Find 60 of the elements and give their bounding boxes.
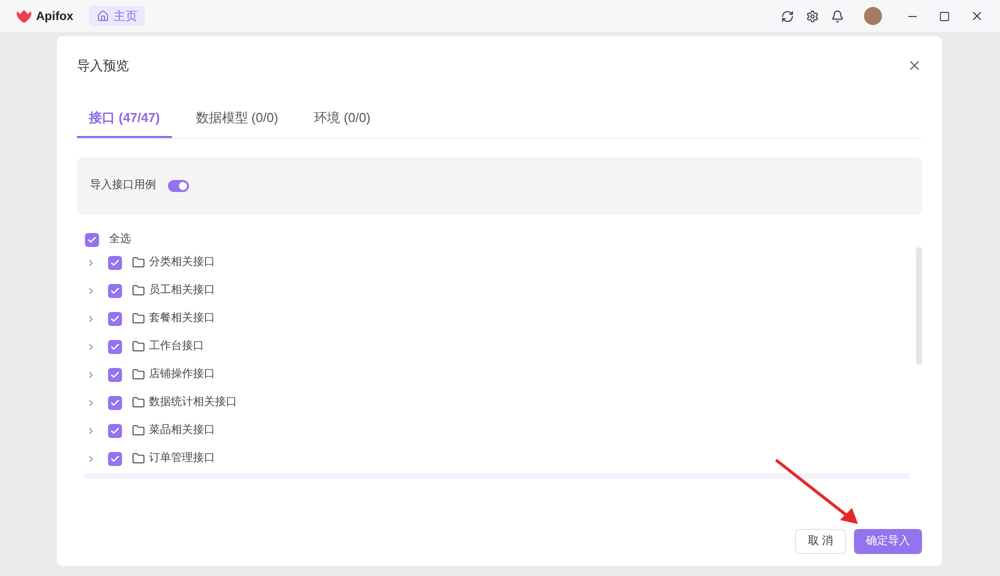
item-name: 菜品相关接口 bbox=[149, 422, 215, 438]
confirm-button[interactable]: 确定导入 bbox=[854, 529, 922, 554]
tab[interactable]: 接口 (47/47) bbox=[77, 100, 172, 138]
checkbox[interactable] bbox=[85, 232, 99, 246]
folder-icon bbox=[132, 396, 145, 409]
folder-icon bbox=[132, 312, 145, 325]
tree-item[interactable]: 订单管理接口 bbox=[77, 444, 916, 472]
tab[interactable]: 环境 (0/0) bbox=[302, 100, 382, 138]
cancel-button[interactable]: 取 消 bbox=[794, 529, 846, 554]
tree-item[interactable]: 店铺操作接口 bbox=[77, 360, 916, 388]
checkbox[interactable] bbox=[108, 340, 122, 354]
tree-item[interactable]: 菜品相关接口 bbox=[77, 416, 916, 444]
folder-icon bbox=[132, 284, 145, 297]
close-icon[interactable] bbox=[970, 9, 984, 23]
check-icon bbox=[110, 398, 120, 408]
item-name: 店铺操作接口 bbox=[149, 366, 215, 382]
check-icon bbox=[110, 286, 120, 296]
item-name: 套餐相关接口 bbox=[149, 310, 215, 326]
folder-icon bbox=[132, 256, 145, 269]
check-icon bbox=[110, 258, 120, 268]
check-icon bbox=[87, 234, 97, 244]
folder-icon bbox=[132, 368, 145, 381]
folder-icon bbox=[132, 340, 145, 353]
folder-icon bbox=[132, 452, 145, 465]
home-icon bbox=[97, 10, 110, 22]
checkbox[interactable] bbox=[108, 256, 122, 270]
avatar[interactable] bbox=[864, 7, 882, 25]
check-icon bbox=[110, 314, 120, 324]
checkbox[interactable] bbox=[108, 368, 122, 382]
folder-icon bbox=[132, 424, 145, 437]
check-icon bbox=[110, 454, 120, 464]
notification-icon[interactable] bbox=[831, 10, 844, 22]
sync-icon[interactable] bbox=[781, 10, 794, 22]
tree-item[interactable]: 数据统计相关接口 bbox=[77, 388, 916, 416]
checkbox[interactable] bbox=[108, 284, 122, 298]
check-icon bbox=[110, 370, 120, 380]
toggle-switch[interactable] bbox=[168, 180, 189, 192]
checkbox[interactable] bbox=[108, 396, 122, 410]
item-name: 订单管理接口 bbox=[149, 450, 215, 466]
item-name: 工作台接口 bbox=[149, 338, 204, 354]
tree-item[interactable]: 工作台接口 bbox=[77, 332, 916, 360]
item-name: 数据统计相关接口 bbox=[149, 394, 237, 410]
dialog-title: 导入预览 bbox=[77, 57, 129, 75]
maximize-icon[interactable] bbox=[939, 10, 950, 22]
tree-item[interactable]: 分类相关接口 bbox=[77, 248, 916, 276]
checkbox[interactable] bbox=[108, 424, 122, 438]
option-label: 导入接口用例 bbox=[90, 178, 156, 194]
tree-item[interactable]: 员工相关接口 bbox=[77, 276, 916, 304]
app-name: Apifox bbox=[36, 8, 74, 25]
item-name: 员工相关接口 bbox=[149, 282, 215, 298]
checkbox[interactable] bbox=[108, 452, 122, 466]
logo-icon bbox=[16, 9, 32, 23]
tab[interactable]: 数据模型 (0/0) bbox=[184, 100, 290, 138]
tree-item[interactable]: 套餐相关接口 bbox=[77, 304, 916, 332]
check-icon bbox=[110, 426, 120, 436]
settings-icon[interactable] bbox=[806, 10, 819, 22]
item-name: 分类相关接口 bbox=[149, 254, 215, 270]
checkbox[interactable] bbox=[108, 312, 122, 326]
check-icon bbox=[110, 342, 120, 352]
select-all-label: 全选 bbox=[109, 232, 131, 248]
